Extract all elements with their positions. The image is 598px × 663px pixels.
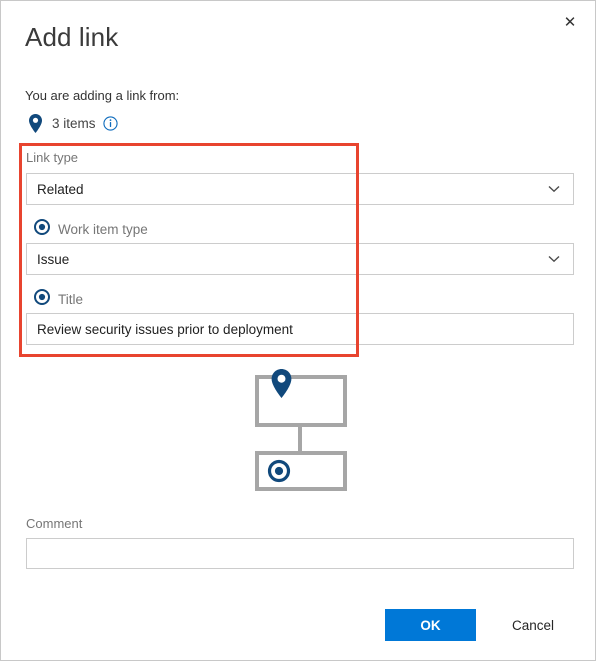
title-field-label: Title: [58, 291, 84, 307]
radio-selected-icon[interactable]: [34, 218, 50, 240]
add-link-dialog: ✕ Add link You are adding a link from: 3…: [0, 0, 596, 661]
radio-selected-icon[interactable]: [34, 288, 50, 310]
cancel-button[interactable]: Cancel: [493, 609, 573, 641]
title-input[interactable]: Review security issues prior to deployme…: [26, 313, 574, 345]
work-item-type-label: Work item type: [58, 221, 148, 237]
info-circle-icon[interactable]: [102, 115, 118, 131]
location-pin-icon: [25, 113, 45, 133]
ok-button[interactable]: OK: [385, 609, 476, 641]
link-type-dropdown[interactable]: Related: [26, 173, 574, 205]
title-radio-row[interactable]: Title: [34, 288, 84, 310]
page-title: Add link: [25, 22, 119, 52]
link-relationship-diagram: [255, 369, 360, 491]
chevron-down-icon: [547, 252, 561, 266]
close-icon[interactable]: ✕: [551, 5, 589, 39]
chevron-down-icon: [547, 182, 561, 196]
work-item-type-dropdown[interactable]: Issue: [26, 243, 574, 275]
work-item-type-value: Issue: [37, 251, 70, 267]
work-item-type-radio-row[interactable]: Work item type: [34, 218, 148, 240]
source-items-row: 3 items: [25, 112, 118, 134]
adding-from-label: You are adding a link from:: [25, 88, 180, 103]
title-input-value: Review security issues prior to deployme…: [37, 321, 293, 337]
link-type-value: Related: [37, 181, 84, 197]
source-items-count: 3 items: [52, 115, 96, 131]
comment-label: Comment: [26, 516, 83, 531]
comment-input[interactable]: [26, 538, 574, 569]
link-type-label: Link type: [26, 150, 79, 165]
